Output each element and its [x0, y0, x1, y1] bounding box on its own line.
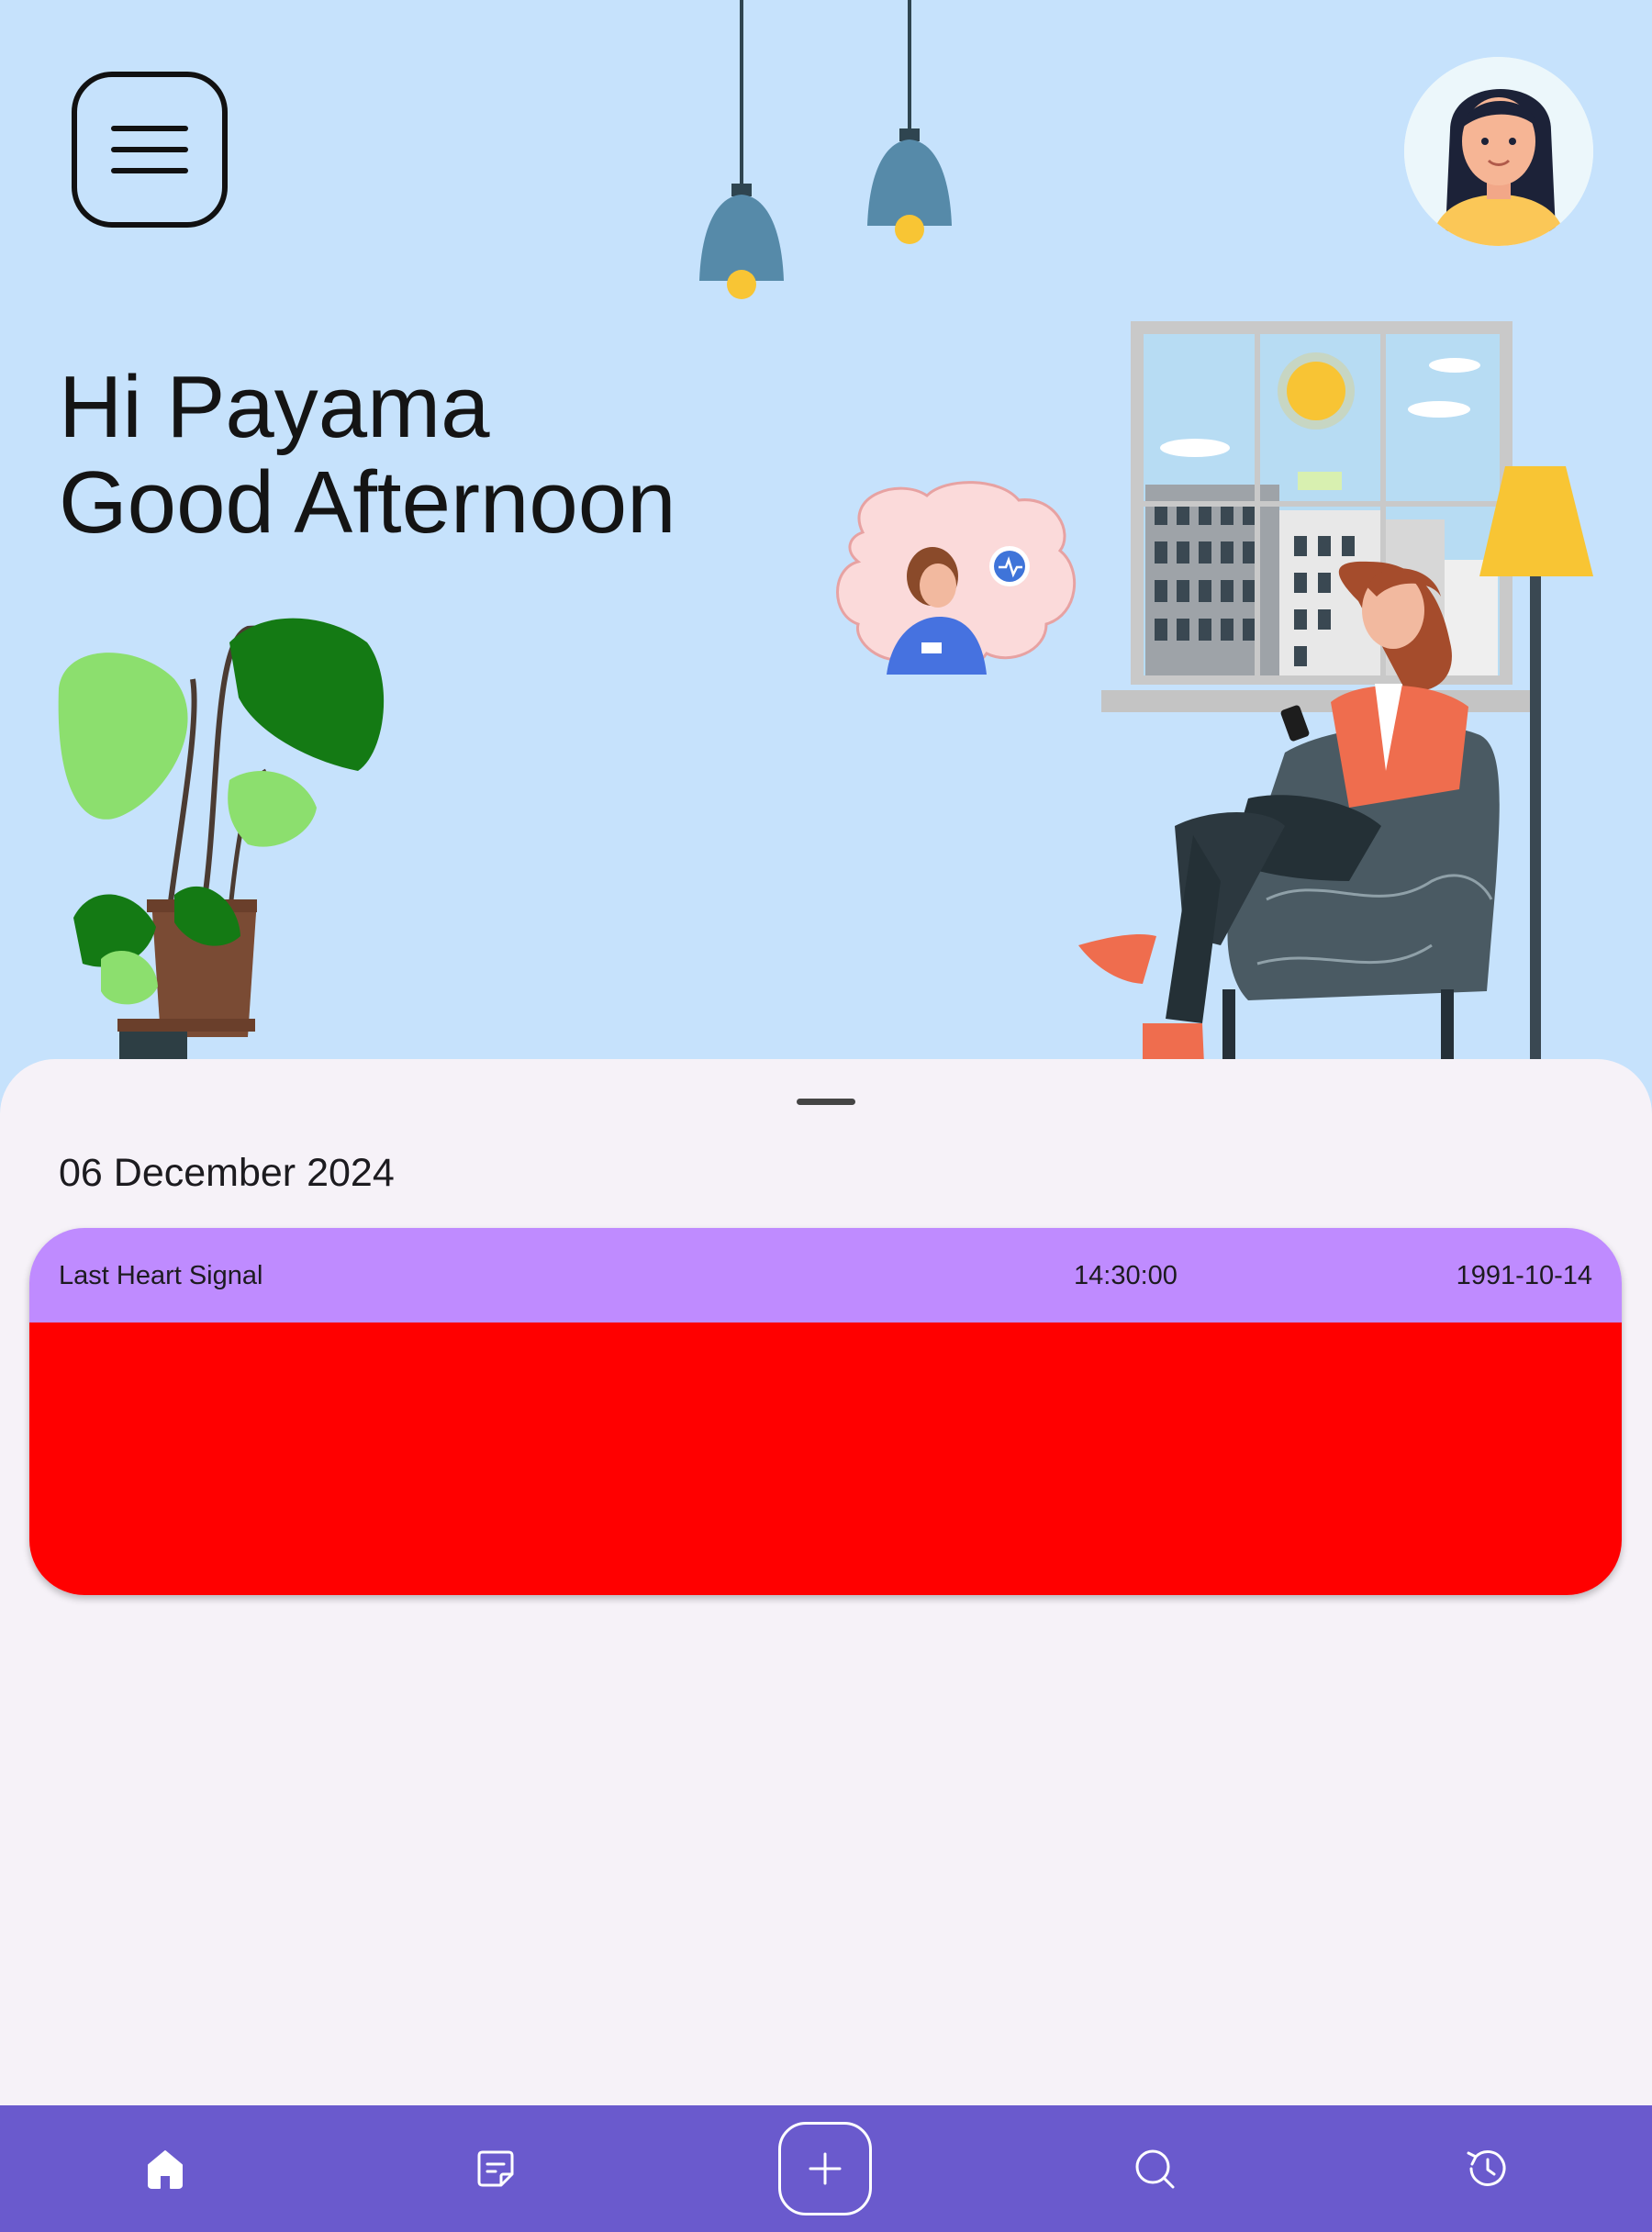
bottom-navigation: [0, 2105, 1652, 2232]
current-date: 06 December 2024: [59, 1151, 395, 1195]
nav-notes[interactable]: [441, 2105, 551, 2232]
add-button[interactable]: [778, 2122, 872, 2215]
card-title: Last Heart Signal: [59, 1261, 263, 1290]
potted-plant: [58, 618, 385, 1065]
heart-signal-card-body: [29, 1322, 1622, 1595]
avatar[interactable]: [1404, 57, 1593, 246]
user-avatar-icon: [1404, 57, 1593, 246]
hanging-lamp-right: [867, 0, 952, 244]
hamburger-menu-icon: [111, 126, 188, 173]
note-icon: [477, 2150, 514, 2187]
heart-signal-card[interactable]: Last Heart Signal 14:30:00 1991-10-14: [29, 1228, 1622, 1595]
bottom-sheet[interactable]: 06 December 2024 Last Heart Signal 14:30…: [0, 1059, 1652, 2105]
nav-search[interactable]: [1099, 2105, 1210, 2232]
history-icon: [1467, 2149, 1506, 2186]
hero-section: Hi Payama Good Afternoon: [0, 0, 1652, 1065]
doctor-thought-bubble: [836, 481, 1076, 675]
card-time: 14:30:00: [1074, 1261, 1178, 1290]
greeting-time-of-day: Good Afternoon: [59, 453, 676, 552]
nav-history[interactable]: [1432, 2105, 1542, 2232]
nav-home[interactable]: [110, 2105, 220, 2232]
drag-handle[interactable]: [797, 1099, 855, 1105]
card-date: 1991-10-14: [1456, 1261, 1592, 1290]
hanging-lamp-left: [699, 0, 784, 299]
menu-button[interactable]: [72, 72, 228, 228]
add-icon: [809, 2152, 842, 2185]
greeting: Hi Payama Good Afternoon: [59, 360, 676, 551]
home-icon: [148, 2150, 183, 2189]
greeting-name: Hi Payama: [59, 358, 490, 456]
search-icon: [1135, 2149, 1175, 2189]
heart-signal-card-header: Last Heart Signal 14:30:00 1991-10-14: [29, 1228, 1622, 1322]
window: [1101, 321, 1533, 712]
